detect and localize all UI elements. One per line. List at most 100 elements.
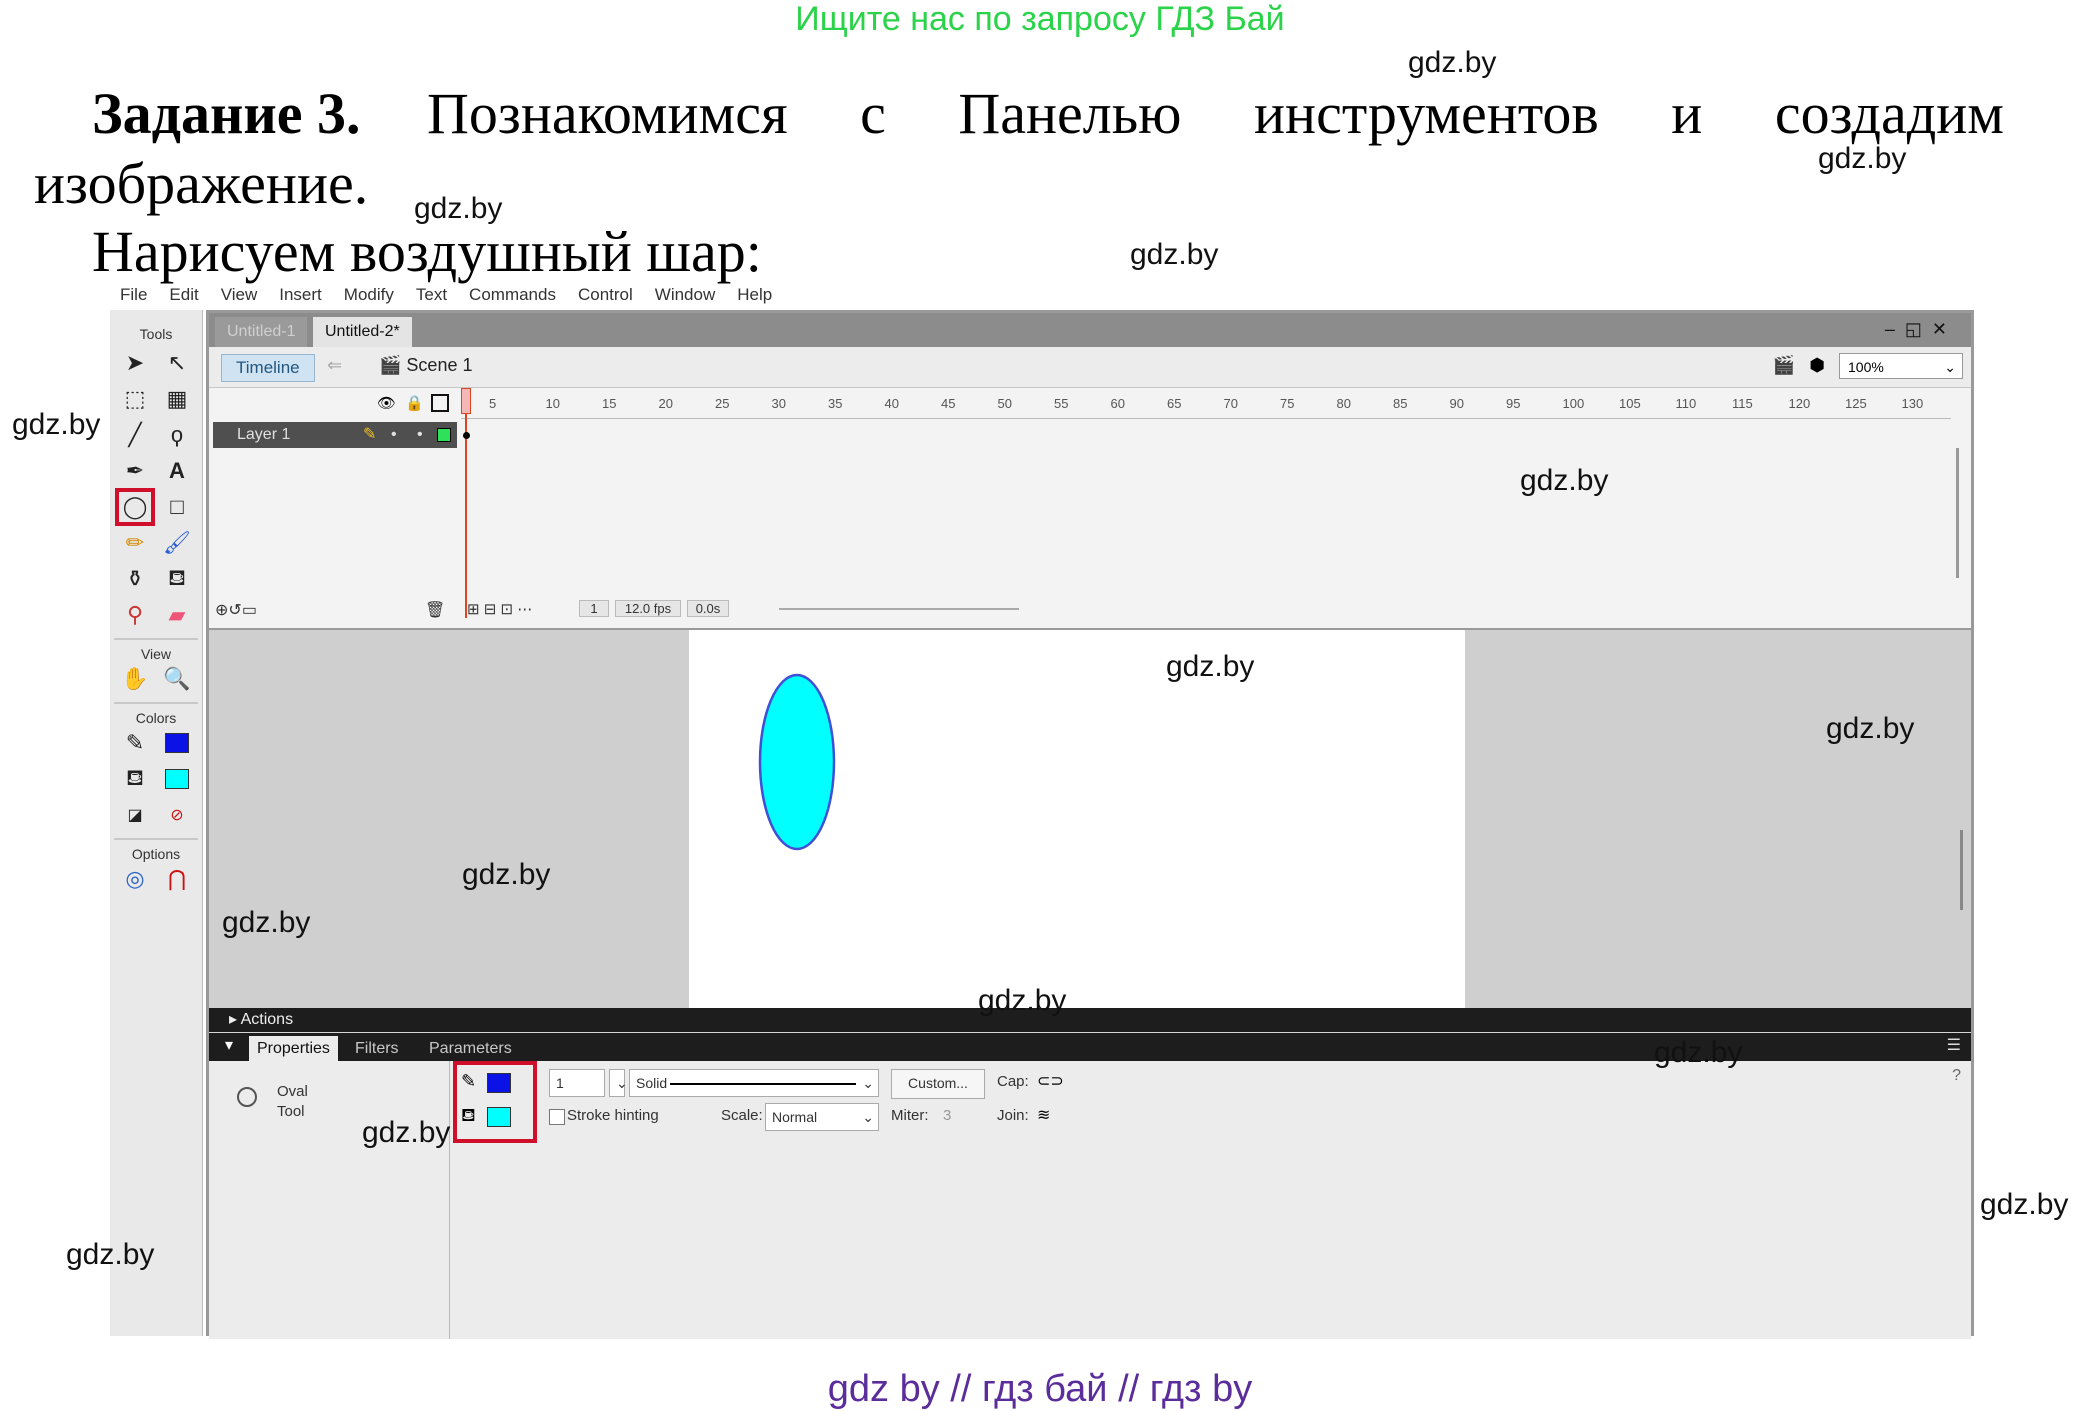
edit-scene-icon[interactable]: 🎬: [1773, 355, 1795, 376]
document-tabs: Untitled-1 Untitled-2* –◱✕: [209, 313, 1971, 347]
pen-tool-icon[interactable]: ✒: [117, 454, 153, 488]
ruler-tick-label: 130: [1901, 396, 1924, 411]
add-layer-icon[interactable]: ⊕↺▭: [215, 600, 257, 620]
tab-untitled-1[interactable]: Untitled-1: [215, 317, 308, 347]
cap-select-icon[interactable]: ⊂⊃: [1037, 1071, 1064, 1091]
default-colors-icon[interactable]: ◪: [117, 798, 153, 832]
paint-bucket-icon[interactable]: ⛾: [159, 562, 195, 596]
chevron-down-icon: ⌄: [1944, 359, 1956, 375]
stroke-swatch[interactable]: [159, 726, 195, 760]
playhead[interactable]: [461, 388, 471, 618]
watermark: gdz.by: [1826, 712, 1915, 745]
ink-bottle-icon[interactable]: ⚱: [117, 562, 153, 596]
ruler-tick-label: 40: [884, 396, 899, 411]
scene-breadcrumb[interactable]: 🎬 Scene 1: [379, 355, 472, 376]
no-color-icon[interactable]: ⊘: [159, 798, 195, 832]
brush-tool-icon[interactable]: 🖌: [159, 526, 195, 560]
scale-select[interactable]: Normal ⌄: [765, 1103, 879, 1131]
lock-icon[interactable]: 🔒: [405, 394, 424, 412]
timeline-panel: 👁 🔒 Layer 1 ✎ • • 5 10 15 20 25 30 35 40 45 50 55 6…: [209, 388, 1971, 630]
eyedropper-icon[interactable]: ⚲: [117, 598, 153, 632]
scale-label: Scale:: [721, 1107, 763, 1124]
help-icon[interactable]: ?: [1952, 1067, 1961, 1085]
stroke-hinting-checkbox[interactable]: [549, 1109, 565, 1125]
subselection-tool-icon[interactable]: ↖: [159, 346, 195, 380]
watermark: gdz.by: [1166, 650, 1255, 683]
layer-color-icon[interactable]: [437, 428, 451, 442]
edit-symbol-icon[interactable]: ⬢: [1809, 355, 1825, 376]
lasso-tool-icon[interactable]: ϙ: [159, 418, 195, 452]
task-number: Задание 3.: [92, 81, 361, 146]
rectangle-tool-icon[interactable]: □: [159, 490, 195, 524]
snap-magnet-icon[interactable]: ⋂: [159, 862, 195, 896]
pencil-tool-icon[interactable]: ✏: [117, 526, 153, 560]
stage-canvas[interactable]: [689, 630, 1465, 1008]
menu-modify[interactable]: Modify: [340, 285, 398, 305]
menu-insert[interactable]: Insert: [275, 285, 326, 305]
back-arrow-icon[interactable]: ⇐: [327, 355, 342, 376]
menu-view[interactable]: View: [217, 285, 262, 305]
ruler-tick-label: 85: [1393, 396, 1408, 411]
free-transform-icon[interactable]: ⬚: [117, 382, 153, 416]
line-tool-icon[interactable]: ╱: [117, 418, 153, 452]
eye-icon[interactable]: 👁: [377, 394, 396, 412]
gradient-transform-icon[interactable]: ▦: [159, 382, 195, 416]
miter-value: 3: [943, 1107, 952, 1124]
fill-swatch[interactable]: [159, 762, 195, 796]
visible-dot-icon[interactable]: •: [391, 422, 397, 448]
selection-tool-icon[interactable]: ➤: [117, 346, 153, 380]
stroke-width-input[interactable]: 1: [549, 1069, 605, 1097]
menu-text[interactable]: Text: [412, 285, 451, 305]
tab-parameters[interactable]: Parameters: [421, 1036, 520, 1061]
tab-properties[interactable]: Properties: [249, 1036, 338, 1061]
stroke-hinting-label: Stroke hinting: [567, 1107, 659, 1124]
balloon-oval[interactable]: [758, 673, 836, 851]
ruler-tick-label: 5: [489, 396, 497, 411]
watermark: gdz.by: [1654, 1036, 1743, 1069]
frames-area[interactable]: 5 10 15 20 25 30 35 40 45 50 55 60 65 70 75 80 85 90 95 100…: [461, 388, 1951, 628]
menu-help[interactable]: Help: [733, 285, 776, 305]
eraser-icon[interactable]: ▰: [159, 598, 195, 632]
timeline-scrollbar[interactable]: [1956, 448, 1959, 578]
window-controls-icon[interactable]: –◱✕: [1885, 319, 1957, 340]
menu-window[interactable]: Window: [651, 285, 719, 305]
custom-button[interactable]: Custom...: [891, 1069, 985, 1099]
text-tool-icon[interactable]: A: [159, 454, 195, 488]
actions-panel-header[interactable]: ▸ Actions: [209, 1008, 1971, 1032]
stage-vscroll[interactable]: [1960, 830, 1963, 910]
layer-name: Layer 1: [237, 426, 291, 443]
stroke-width-dropdown[interactable]: ⌄: [609, 1069, 628, 1097]
onion-skin-icons[interactable]: ⊞ ⊟ ⊡ ⋯: [467, 600, 532, 618]
timeline-button[interactable]: Timeline: [221, 354, 315, 382]
join-select-icon[interactable]: ≋: [1037, 1105, 1050, 1125]
frame-rate: 12.0 fps: [615, 600, 681, 617]
outline-icon[interactable]: [431, 394, 449, 412]
watermark: gdz.by: [222, 906, 311, 939]
timeline-hscroll[interactable]: [779, 608, 1019, 610]
zoom-select[interactable]: 100% ⌄: [1839, 353, 1963, 379]
ruler-tick-label: 10: [545, 396, 560, 411]
menu-control[interactable]: Control: [574, 285, 637, 305]
menu-file[interactable]: File: [116, 285, 151, 305]
ruler-tick-label: 35: [828, 396, 843, 411]
lock-dot-icon[interactable]: •: [417, 422, 423, 448]
trash-icon[interactable]: 🗑: [425, 600, 445, 620]
panel-menu-icon[interactable]: ☰: [1947, 1035, 1961, 1055]
ruler-tick-label: 20: [658, 396, 673, 411]
fill-color-icon: ⛾: [126, 764, 144, 790]
hand-tool-icon[interactable]: ✋: [117, 662, 153, 696]
tab-untitled-2[interactable]: Untitled-2*: [313, 317, 412, 347]
ruler-tick-label: 80: [1336, 396, 1351, 411]
stage-drawing: [758, 673, 836, 851]
task-line-2: изображение.: [34, 151, 369, 216]
collapse-triangle-icon[interactable]: ▾: [225, 1035, 233, 1055]
stroke-style-select[interactable]: Solid ⌄: [629, 1069, 879, 1097]
layer-row[interactable]: Layer 1 ✎ • •: [213, 422, 457, 448]
oval-tool-icon[interactable]: ◯: [115, 488, 155, 526]
menu-edit[interactable]: Edit: [165, 285, 202, 305]
ruler-tick-label: 110: [1675, 396, 1697, 411]
menu-commands[interactable]: Commands: [465, 285, 560, 305]
tab-filters[interactable]: Filters: [347, 1036, 407, 1061]
zoom-tool-icon[interactable]: 🔍: [159, 662, 195, 696]
object-drawing-icon[interactable]: ◎: [117, 862, 153, 896]
